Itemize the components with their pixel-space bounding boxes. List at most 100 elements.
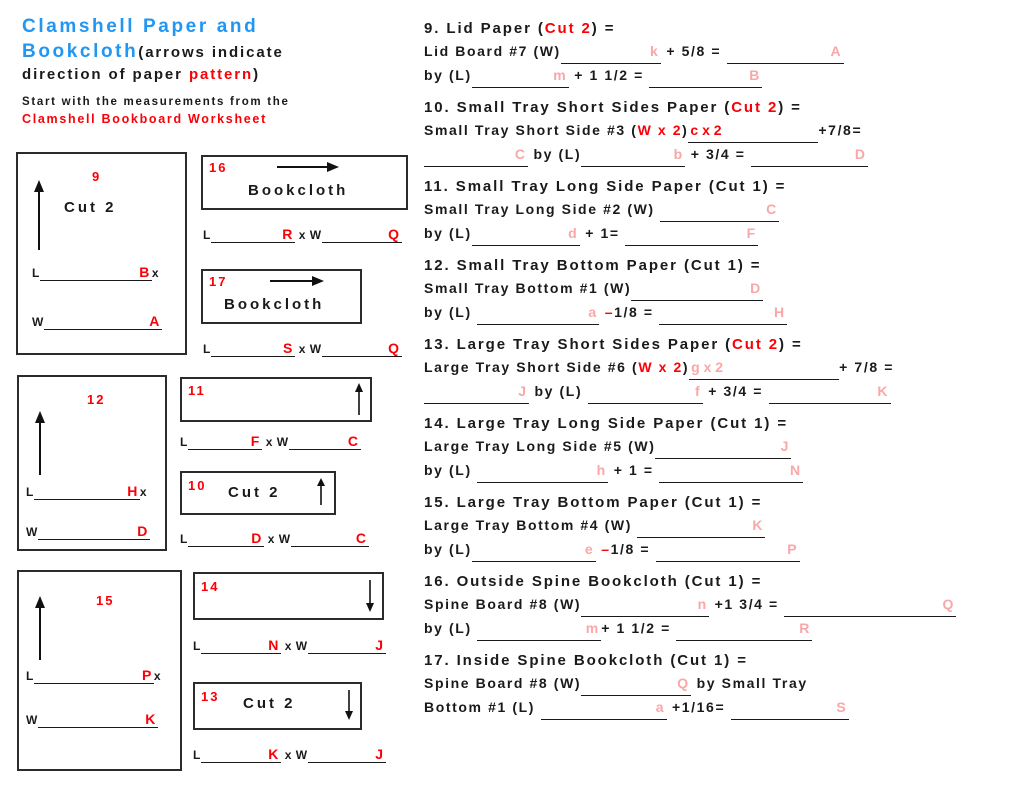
diagram-15-length-row: LPx xyxy=(26,667,161,684)
width-label-13: W xyxy=(295,748,308,762)
diagram-number-14: 14 xyxy=(201,579,220,594)
width-blank-12[interactable]: D xyxy=(37,523,150,540)
item-10-blank-D[interactable]: D xyxy=(751,143,869,167)
form-item-11-title: 11. Small Tray Long Side Paper (Cut 1) = xyxy=(424,178,787,195)
item-13-cut: Cut 2 xyxy=(732,336,780,353)
item-15-blank-K[interactable]: K xyxy=(637,514,766,538)
form-item-14-line1: Large Tray Long Side #5 (W) J xyxy=(424,435,1024,459)
length-label-14: L xyxy=(193,639,201,653)
item-15-blank-e[interactable]: e xyxy=(471,538,596,562)
diagram-10-dims-row: LD x WC xyxy=(180,530,369,547)
length-blank-10[interactable]: D xyxy=(187,530,264,547)
arrow-up-icon-11 xyxy=(355,383,363,415)
diagram-11-dims-row: LF x WC xyxy=(180,433,361,450)
width-blank-17[interactable]: Q xyxy=(321,340,402,357)
length-blank-14[interactable]: N xyxy=(200,637,281,654)
diagram-label-16: Bookcloth xyxy=(248,182,349,199)
form-item-14-title: 14. Large Tray Long Side Paper (Cut 1) = xyxy=(424,415,788,432)
item-16-blank-Q[interactable]: Q xyxy=(784,593,957,617)
item-13-blank-K[interactable]: K xyxy=(768,380,891,404)
diagram-16-dims-row: LR x WQ xyxy=(203,226,402,243)
width-blank-15[interactable]: K xyxy=(37,711,158,728)
item-10-blank-C[interactable]: C xyxy=(424,143,528,167)
item-13-blank-J[interactable]: J xyxy=(424,380,529,404)
item-9-blank-B[interactable]: B xyxy=(649,64,763,88)
times-label-14: x xyxy=(284,639,292,653)
item-12-l2-op: 1/8 = xyxy=(614,304,654,320)
form-item-14-line2: by (L) h + 1 = N xyxy=(424,459,1024,483)
item-16-blank-m[interactable]: m xyxy=(477,617,602,641)
length-blank-12[interactable]: H xyxy=(33,483,140,500)
item-15-blank-P[interactable]: P xyxy=(655,538,800,562)
page-title-note-open: (arrows indicate xyxy=(138,44,284,61)
item-14-blank-N[interactable]: N xyxy=(659,459,804,483)
length-blank-9[interactable]: B xyxy=(39,264,152,281)
width-blank-14[interactable]: J xyxy=(307,637,386,654)
form-item-16-line1: Spine Board #8 (W) n +1 3/4 = Q xyxy=(424,593,1024,617)
item-10-l2-text: by (L) xyxy=(533,146,582,162)
width-blank-9[interactable]: A xyxy=(43,313,162,330)
length-label-13: L xyxy=(193,748,201,762)
length-label-9: L xyxy=(32,266,40,280)
note-direction-text: direction of paper xyxy=(22,66,189,83)
form-item-12: 12. Small Tray Bottom Paper (Cut 1) = Sm… xyxy=(424,255,1024,325)
diagram-number-13: 13 xyxy=(201,689,220,704)
form-item-17-line1: Spine Board #8 (W) Q by Small Tray xyxy=(424,672,1024,696)
item-13-blank-f[interactable]: f xyxy=(587,380,703,404)
form-item-15-title: 15. Large Tray Bottom Paper (Cut 1) = xyxy=(424,494,763,511)
length-blank-15[interactable]: P xyxy=(33,667,154,684)
form-item-17-title: 17. Inside Spine Bookcloth (Cut 1) = xyxy=(424,652,748,669)
item-13-wx2: W x 2 xyxy=(638,359,683,375)
width-label-16: W xyxy=(309,228,322,242)
width-label-10: W xyxy=(278,532,291,546)
width-blank-10[interactable]: C xyxy=(290,530,369,547)
item-11-blank-C[interactable]: C xyxy=(660,198,780,222)
item-10-l2-op: + 3/4 = xyxy=(690,146,746,162)
item-10-blank-cx2[interactable]: c x 2 xyxy=(688,119,819,143)
item-12-blank-a[interactable]: a xyxy=(477,301,600,325)
item-11-blank-d[interactable]: d xyxy=(471,222,580,246)
item-16-blank-n[interactable]: n xyxy=(581,593,710,617)
item-17-l1-text: Spine Board #8 (W) xyxy=(424,675,582,691)
length-blank-16[interactable]: R xyxy=(210,226,295,243)
width-blank-13[interactable]: J xyxy=(307,746,386,763)
item-9-blank-k[interactable]: k xyxy=(560,40,661,64)
item-9-blank-A[interactable]: A xyxy=(726,40,844,64)
width-blank-11[interactable]: C xyxy=(288,433,361,450)
diagram-label-9: Cut 2 xyxy=(64,199,117,216)
form-item-15-line1: Large Tray Bottom #4 (W) K xyxy=(424,514,1024,538)
item-13-l2-text: by (L) xyxy=(534,383,583,399)
item-17-blank-Q[interactable]: Q xyxy=(581,672,692,696)
item-14-blank-J[interactable]: J xyxy=(655,435,792,459)
length-blank-13[interactable]: K xyxy=(200,746,281,763)
diagram-label-10: Cut 2 xyxy=(228,484,281,501)
diagram-label-13: Cut 2 xyxy=(243,695,296,712)
item-14-l2-op: + 1 = xyxy=(613,462,654,478)
diagram-17-dims-row: LS x WQ xyxy=(203,340,402,357)
item-13-blank-gx2[interactable]: g x 2 xyxy=(689,356,840,380)
item-17-l1-tail: by Small Tray xyxy=(696,675,808,691)
item-12-l1-text: Small Tray Bottom #1 (W) xyxy=(424,280,632,296)
item-14-blank-h[interactable]: h xyxy=(477,459,609,483)
length-blank-11[interactable]: F xyxy=(187,433,262,450)
item-17-l2-op: +1/16= xyxy=(672,699,726,715)
item-16-blank-R[interactable]: R xyxy=(676,617,813,641)
form-item-12-line2: by (L) a –1/8 = H xyxy=(424,301,1024,325)
item-9-blank-m[interactable]: m xyxy=(471,64,569,88)
width-label-9: W xyxy=(32,315,44,329)
item-12-blank-D[interactable]: D xyxy=(631,277,764,301)
item-12-blank-H[interactable]: H xyxy=(659,301,788,325)
width-blank-16[interactable]: Q xyxy=(321,226,402,243)
length-blank-17[interactable]: S xyxy=(210,340,295,357)
item-17-blank-S[interactable]: S xyxy=(730,696,849,720)
item-11-blank-F[interactable]: F xyxy=(625,222,759,246)
form-item-10: 10. Small Tray Short Sides Paper (Cut 2)… xyxy=(424,97,1024,167)
width-label-12: W xyxy=(26,525,38,539)
item-13-title-end: ) = xyxy=(779,336,803,353)
item-17-blank-a[interactable]: a xyxy=(540,696,667,720)
item-15-l1-text: Large Tray Bottom #4 (W) xyxy=(424,517,632,533)
form-item-15: 15. Large Tray Bottom Paper (Cut 1) = La… xyxy=(424,492,1024,562)
item-10-blank-b[interactable]: b xyxy=(581,143,686,167)
form-item-9-title: 9. Lid Paper (Cut 2) = xyxy=(424,18,1024,40)
arrow-right-icon-17 xyxy=(270,276,324,286)
